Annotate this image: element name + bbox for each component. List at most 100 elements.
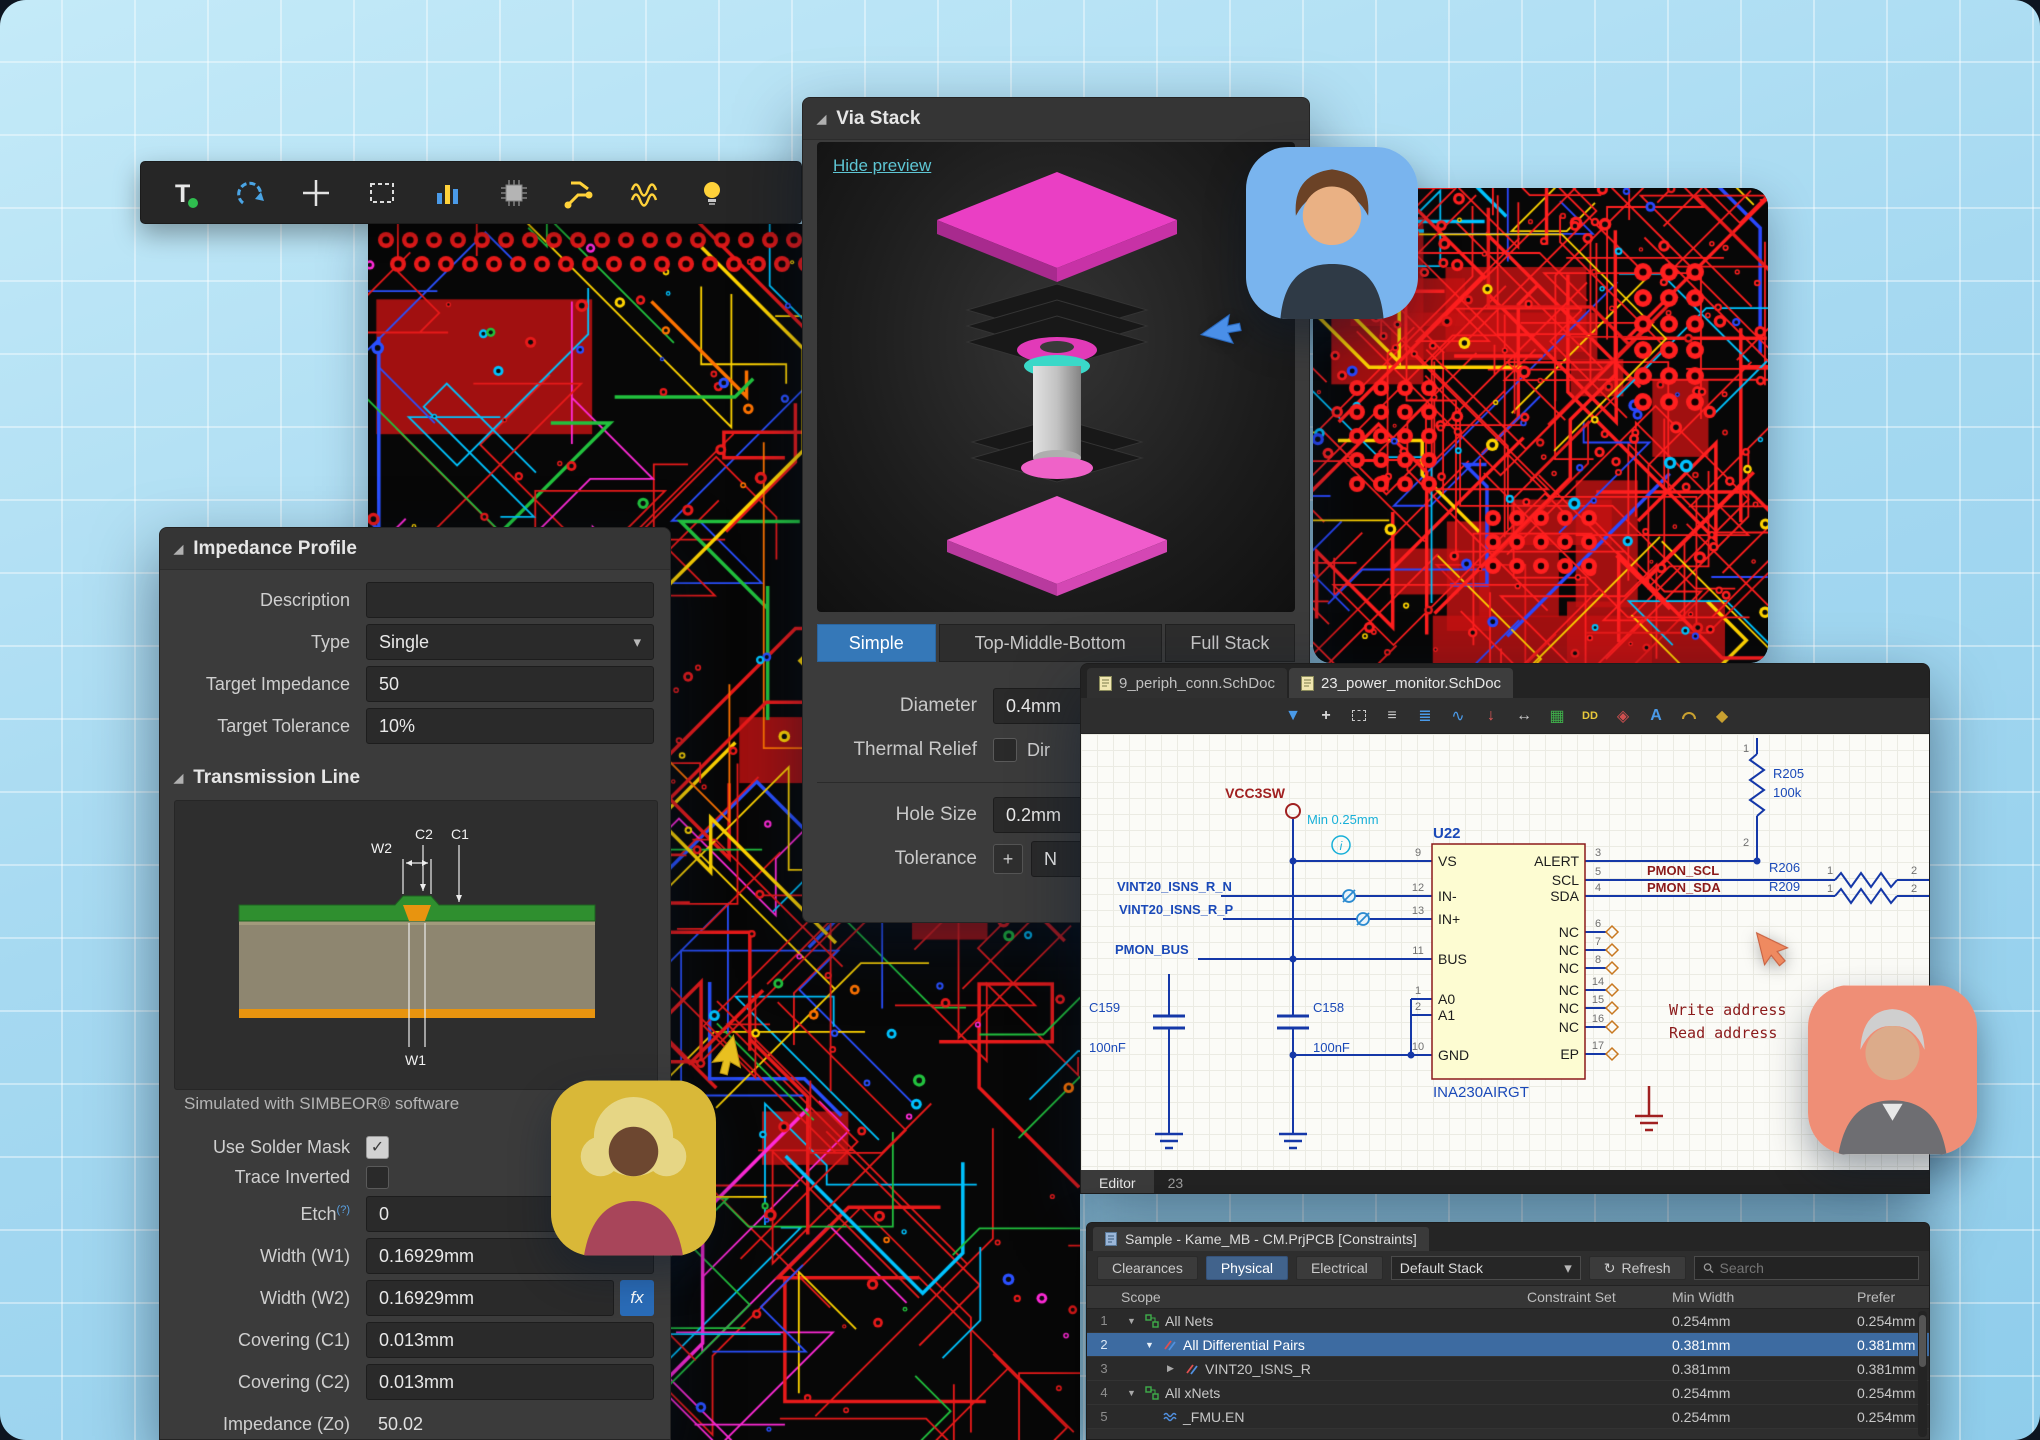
tab-simple[interactable]: Simple — [817, 624, 936, 662]
tab-label: 23_power_monitor.SchDoc — [1321, 675, 1501, 692]
stack-select[interactable]: Default Stack ▾ — [1391, 1256, 1581, 1280]
covering-c1-input[interactable]: 0.013mm — [366, 1322, 654, 1358]
transmission-line-diagram: W2 C2 C1 W1 — [174, 800, 658, 1090]
stack-select-value: Default Stack — [1400, 1260, 1483, 1276]
via-stack-header[interactable]: ◢ Via Stack — [803, 98, 1309, 140]
svg-text:13: 13 — [1412, 905, 1424, 917]
svg-text:NC: NC — [1559, 1000, 1579, 1016]
collaborator-avatar-blue[interactable] — [1246, 147, 1418, 319]
arc-tool-icon[interactable] — [231, 174, 269, 212]
type-label: Type — [160, 632, 366, 653]
crosshair-tool-icon[interactable] — [297, 174, 335, 212]
selection-tool-icon[interactable] — [363, 174, 401, 212]
tab-electrical[interactable]: Electrical — [1296, 1256, 1383, 1280]
wave-icon[interactable]: ∿ — [1446, 704, 1470, 728]
capacitor-value: 100nF — [1089, 1040, 1126, 1055]
wave-tool-icon[interactable] — [627, 174, 665, 212]
measure-icon[interactable]: ↔ — [1512, 704, 1536, 728]
selection-icon[interactable] — [1347, 704, 1371, 728]
filter-icon[interactable]: ▼ — [1281, 704, 1305, 728]
search-box[interactable] — [1694, 1256, 1919, 1280]
scrollbar[interactable] — [1918, 1311, 1927, 1437]
search-input[interactable] — [1720, 1260, 1910, 1276]
arc-icon[interactable] — [1677, 704, 1701, 728]
constraint-row-vint20-isns-r[interactable]: 3 ▶ VINT20_ISNS_R 0.381mm 0.381mm — [1087, 1357, 1929, 1381]
route-tool-icon[interactable] — [561, 174, 599, 212]
directive-icon[interactable]: ◈ — [1611, 704, 1635, 728]
diff-pair-icon — [1163, 1338, 1177, 1352]
expand-icon[interactable]: ▼ — [1127, 1388, 1139, 1398]
hide-preview-link[interactable]: Hide preview — [833, 156, 931, 176]
svg-text:SDA: SDA — [1550, 888, 1579, 904]
schematic-canvas[interactable]: i VCC3SW Min 0.25mm U22 INA230AIRGT VINT… — [1081, 734, 1929, 1170]
constraints-panel: Sample - Kame_MB - CM.PrjPCB [Constraint… — [1086, 1222, 1930, 1440]
grid-icon[interactable]: ▦ — [1545, 704, 1569, 728]
fx-button[interactable]: fx — [620, 1280, 654, 1316]
width-w2-input[interactable]: 0.16929mm — [366, 1280, 614, 1316]
etch-hint-icon[interactable]: (?) — [337, 1204, 350, 1216]
use-solder-mask-checkbox[interactable]: ✓ — [366, 1136, 389, 1159]
crosshair-icon[interactable]: + — [1314, 704, 1338, 728]
target-tolerance-input[interactable]: 10% — [366, 708, 654, 744]
left-pin-numbers: 9 12 13 11 1 2 10 — [1412, 847, 1424, 1053]
editor-tab[interactable]: Editor — [1081, 1170, 1154, 1194]
tab-power-monitor[interactable]: 23_power_monitor.SchDoc — [1289, 668, 1513, 698]
chart-tool-icon[interactable] — [429, 174, 467, 212]
svg-text:6: 6 — [1595, 918, 1601, 930]
type-select[interactable]: Single ▾ — [366, 624, 654, 660]
thermal-relief-checkbox[interactable] — [993, 738, 1017, 762]
expand-icon[interactable]: ▶ — [1167, 1363, 1179, 1374]
collapse-icon: ◢ — [174, 542, 183, 556]
transmission-line-header[interactable]: ◢ Transmission Line — [160, 760, 670, 796]
net-class-icon — [1145, 1386, 1159, 1400]
constraint-row-fmu-en[interactable]: 5 _FMU.EN 0.254mm 0.254mm — [1087, 1405, 1929, 1429]
expand-icon[interactable]: ▼ — [1127, 1316, 1139, 1326]
info-icon-glyph: i — [1340, 839, 1343, 853]
svg-text:9: 9 — [1415, 847, 1421, 859]
tab-physical[interactable]: Physical — [1206, 1256, 1288, 1280]
bulb-tool-icon[interactable] — [693, 174, 731, 212]
impedance-profile-header[interactable]: ◢ Impedance Profile — [160, 528, 670, 570]
covering-c2-input[interactable]: 0.013mm — [366, 1364, 654, 1400]
chip-part-number: INA230AIRGT — [1433, 1084, 1529, 1101]
schematic-toolbar: ▼ + ≡ ≣ ∿ ↓ ↔ ▦ DD ◈ A ◆ — [1081, 698, 1929, 734]
svg-text:1: 1 — [1415, 985, 1421, 997]
constraints-doc-tab[interactable]: Sample - Kame_MB - CM.PrjPCB [Constraint… — [1093, 1227, 1429, 1251]
svg-text:NC: NC — [1559, 982, 1579, 998]
tab-periph-conn[interactable]: 9_periph_conn.SchDoc — [1087, 668, 1287, 698]
tab-clearances[interactable]: Clearances — [1097, 1256, 1198, 1280]
svg-text:2: 2 — [1415, 1001, 1421, 1013]
constraint-row-all-differential-pairs[interactable]: 2 ▼ All Differential Pairs 0.381mm 0.381… — [1087, 1333, 1929, 1357]
svg-text:17: 17 — [1592, 1040, 1604, 1052]
constraint-row-all-xnets[interactable]: 4 ▼ All xNets 0.254mm 0.254mm — [1087, 1381, 1929, 1405]
editor-status-bar: Editor 23 — [1081, 1170, 1929, 1194]
place-down-icon[interactable]: ↓ — [1479, 704, 1503, 728]
trace-inverted-checkbox[interactable] — [366, 1166, 389, 1189]
constraint-row-all-nets[interactable]: 1 ▼ All Nets 0.254mm 0.254mm — [1087, 1309, 1929, 1333]
list-icon[interactable]: ≡ — [1380, 704, 1404, 728]
description-input[interactable] — [366, 582, 654, 618]
constraints-table-header: Scope Constraint Set Min Width Prefer — [1087, 1285, 1929, 1309]
c1-dim-label: C1 — [451, 826, 469, 842]
collaborator-avatar-yellow[interactable] — [551, 1080, 716, 1256]
svg-text:EP: EP — [1560, 1046, 1579, 1062]
text-tool-icon[interactable]: T — [165, 174, 203, 212]
target-impedance-input[interactable]: 50 — [366, 666, 654, 702]
text-icon[interactable]: A — [1644, 704, 1668, 728]
svg-text:7: 7 — [1595, 936, 1601, 948]
tab-top-middle-bottom[interactable]: Top-Middle-Bottom — [939, 624, 1162, 662]
covering-c2-label: Covering (C2) — [160, 1372, 366, 1393]
impedance-zo-label: Impedance (Zo) — [160, 1414, 366, 1435]
via-stack-title: Via Stack — [836, 108, 920, 130]
pad-icon[interactable]: ◆ — [1710, 704, 1734, 728]
tab-full-stack[interactable]: Full Stack — [1165, 624, 1295, 662]
xnet-icon — [1163, 1410, 1177, 1424]
expand-icon[interactable]: ▼ — [1145, 1340, 1157, 1350]
refresh-button[interactable]: ↻ Refresh — [1589, 1256, 1686, 1280]
tolerance-plus-button[interactable]: + — [993, 844, 1023, 874]
svg-text:16: 16 — [1592, 1013, 1604, 1025]
ic-chip-tool-icon[interactable] — [495, 174, 533, 212]
layers-icon[interactable]: ≣ — [1413, 704, 1437, 728]
collaborator-avatar-salmon[interactable] — [1808, 985, 1977, 1155]
sheet-symbol-icon[interactable]: DD — [1578, 704, 1602, 728]
